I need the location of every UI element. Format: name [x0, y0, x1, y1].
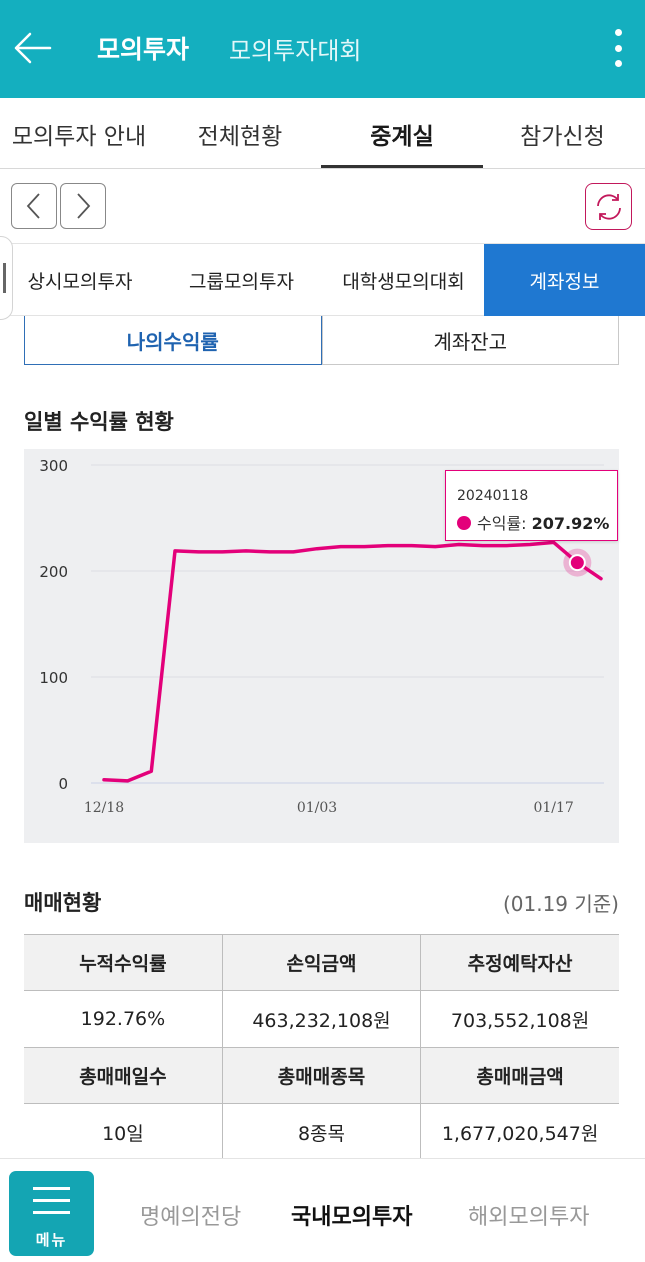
stat-header: 추정예탁자산 [420, 934, 619, 991]
subtab-regular[interactable]: 상시모의투자 [0, 244, 160, 316]
active-tab-indicator [321, 165, 483, 168]
y-tick-label: 200 [39, 563, 68, 581]
nav-domestic[interactable]: 국내모의투자 [291, 1199, 412, 1231]
refresh-icon [596, 193, 621, 220]
trade-section-title: 매매현황 [24, 891, 102, 915]
side-drawer-handle[interactable] [0, 236, 13, 320]
stat-header: 총매매일수 [24, 1047, 223, 1104]
tooltip-label: 수익률 [477, 514, 522, 533]
refresh-button[interactable] [585, 183, 632, 230]
stat-header: 손익금액 [221, 934, 421, 991]
prev-button[interactable] [11, 183, 57, 229]
series-dot-icon [457, 516, 471, 530]
table-row: 누적수익률 손익금액 추정예탁자산 [24, 934, 619, 991]
nav-overseas[interactable]: 해외모의투자 [468, 1199, 589, 1231]
bottom-nav: 메뉴 명예의전당 국내모의투자 해외모의투자 [0, 1158, 645, 1262]
y-tick-label: 100 [39, 669, 68, 687]
segment-balance[interactable]: 계좌잔고 [321, 316, 619, 365]
menu-label: 메뉴 [35, 1231, 68, 1249]
tab-broadcast[interactable]: 중계실 [321, 98, 483, 169]
tab-apply[interactable]: 참가신청 [490, 98, 635, 169]
nav-row [0, 169, 645, 243]
app-header: 모의투자 모의투자대회 [0, 0, 645, 98]
x-tick-label: 01/03 [297, 800, 337, 816]
x-tick-label: 12/18 [84, 800, 124, 816]
menu-button[interactable]: 메뉴 [9, 1171, 94, 1256]
stat-value: 10일 [24, 1103, 223, 1161]
y-tick-label: 300 [39, 457, 68, 475]
sub-tabs: 상시모의투자 그룹모의투자 대학생모의대회 계좌정보 [0, 243, 645, 316]
subtab-group[interactable]: 그룹모의투자 [160, 244, 323, 316]
table-row: 192.76% 463,232,108원 703,552,108원 [24, 990, 619, 1048]
stat-header: 누적수익률 [24, 934, 223, 991]
stat-value: 463,232,108원 [221, 990, 421, 1048]
stat-value: 192.76% [24, 990, 223, 1048]
tooltip-value: 207.92% [531, 514, 610, 533]
table-row: 10일 8종목 1,677,020,547원 [24, 1103, 619, 1161]
stat-header: 총매매금액 [420, 1047, 619, 1104]
series-line [102, 540, 603, 783]
app-title: 모의투자 [97, 35, 190, 64]
highlight-point [568, 554, 586, 572]
subtab-account-info[interactable]: 계좌정보 [484, 244, 645, 316]
hamburger-icon [33, 1187, 70, 1190]
tooltip-date: 20240118 [457, 488, 529, 504]
arrow-left-icon[interactable] [10, 26, 54, 70]
chevron-left-icon [26, 193, 40, 219]
tooltip-line: 수익률: 207.92% [457, 510, 609, 534]
page: 모의투자 모의투자대회 모의투자 안내 전체현황 중계실 참가신청 상시모의투자 [0, 0, 645, 1262]
trade-stats-table: 누적수익률 손익금액 추정예탁자산 192.76% 463,232,108원 7… [24, 934, 619, 1161]
x-tick-label: 01/17 [533, 800, 573, 816]
chart-section-title: 일별 수익률 현황 [24, 410, 174, 434]
y-tick-label: 0 [58, 775, 68, 793]
main-tabs: 모의투자 안내 전체현황 중계실 참가신청 [0, 98, 645, 169]
segment-my-return[interactable]: 나의수익률 [24, 316, 322, 365]
chart-tooltip: 20240118 수익률: 207.92% [445, 470, 618, 541]
nav-hall-of-fame[interactable]: 명예의전당 [140, 1199, 241, 1231]
stat-value: 1,677,020,547원 [420, 1103, 619, 1161]
stat-value: 8종목 [221, 1103, 421, 1161]
chevron-right-icon [77, 193, 91, 219]
tab-overview[interactable]: 전체현황 [165, 98, 315, 169]
table-row: 총매매일수 총매매종목 총매매금액 [24, 1047, 619, 1104]
subtab-university[interactable]: 대학생모의대회 [323, 244, 484, 316]
contest-link[interactable]: 모의투자대회 [229, 31, 361, 66]
next-button[interactable] [60, 183, 106, 229]
more-vertical-icon[interactable] [606, 26, 630, 70]
trade-basis-date: (01.19 기준) [502, 892, 619, 916]
stat-header: 총매매종목 [221, 1047, 421, 1104]
segment-control: 나의수익률 계좌잔고 [24, 316, 619, 365]
stat-value: 703,552,108원 [420, 990, 619, 1048]
tab-guide[interactable]: 모의투자 안내 [0, 98, 164, 169]
